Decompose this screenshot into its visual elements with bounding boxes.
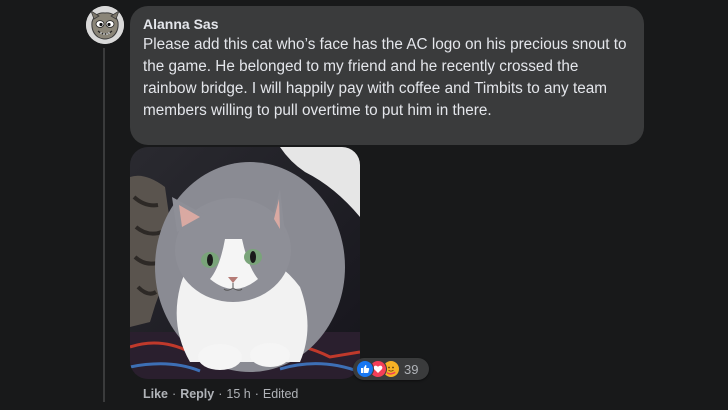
comment-author[interactable]: Alanna Sas — [143, 15, 630, 33]
reaction-summary[interactable]: 39 — [353, 358, 429, 380]
comment-timestamp[interactable]: 15 h — [226, 387, 250, 401]
thread-line — [103, 48, 105, 402]
like-button[interactable]: Like — [143, 387, 168, 401]
reaction-count: 39 — [404, 361, 419, 377]
comment-text: Please add this cat who’s face has the A… — [143, 36, 627, 119]
comment-photo[interactable] — [130, 147, 360, 379]
comment-actions: Like · Reply · 15 h · Edited — [143, 387, 298, 401]
avatar[interactable] — [86, 6, 124, 44]
separator: · — [218, 387, 223, 401]
comment-bubble: Alanna Sas Please add this cat who’s fac… — [130, 6, 644, 145]
comment-thread: Alanna Sas Please add this cat who’s fac… — [0, 0, 728, 410]
separator: · — [172, 387, 177, 401]
reply-button[interactable]: Reply — [180, 387, 214, 401]
like-icon — [356, 360, 374, 378]
edited-label[interactable]: Edited — [263, 387, 298, 401]
separator: · — [254, 387, 259, 401]
